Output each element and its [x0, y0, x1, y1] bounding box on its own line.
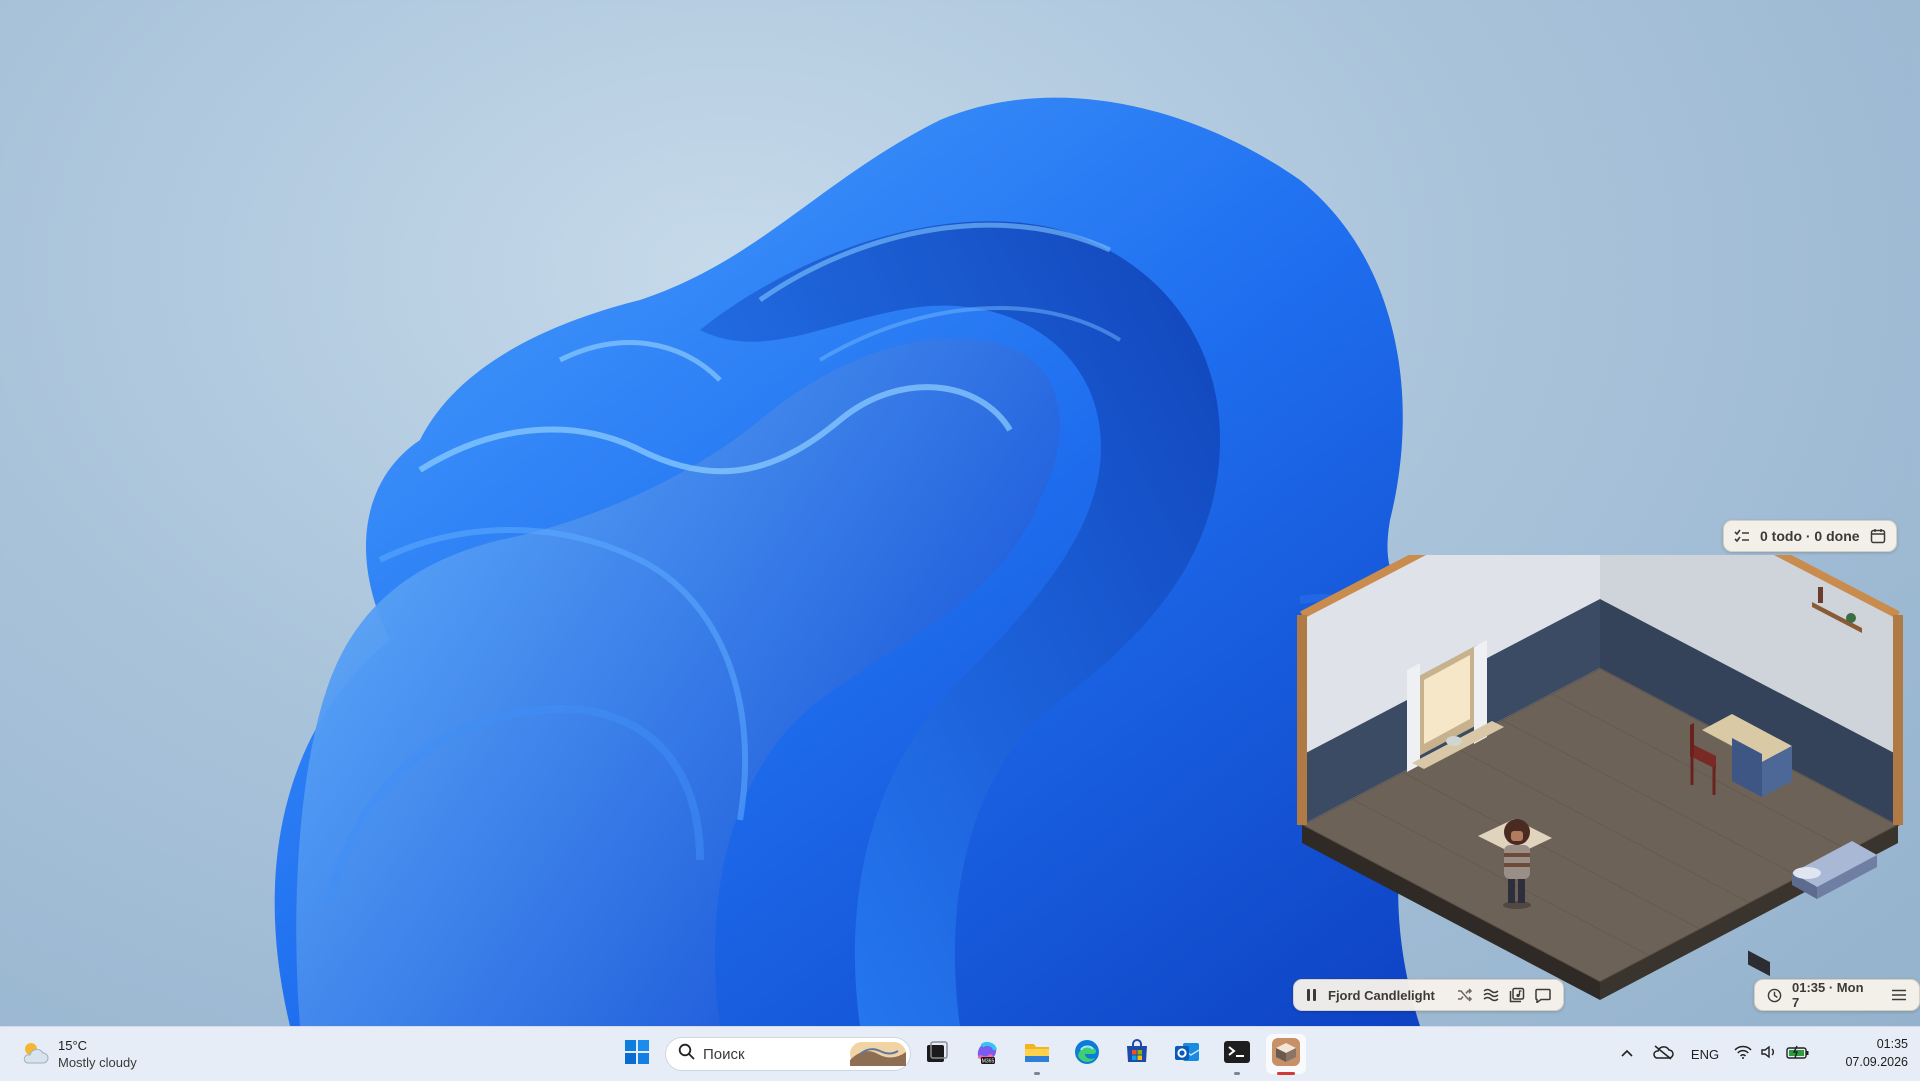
edge-icon [1073, 1038, 1101, 1071]
quick-settings-button[interactable] [1734, 1027, 1810, 1081]
checklist-icon [1734, 529, 1750, 543]
playlist-icon[interactable] [1509, 987, 1525, 1003]
todo-widget[interactable]: 0 todo · 0 done [1723, 520, 1897, 552]
cozy-room-app-icon [1271, 1037, 1301, 1072]
edge-button[interactable] [1067, 1034, 1107, 1074]
m365-badge-text: M365 [982, 1058, 995, 1064]
windows-logo-icon [624, 1039, 650, 1070]
music-player-widget[interactable]: Fjord Candlelight [1293, 979, 1564, 1011]
chevron-up-icon [1620, 1045, 1634, 1063]
battery-charging-icon [1786, 1045, 1810, 1064]
weather-condition: Mostly cloudy [58, 1055, 137, 1070]
start-button[interactable] [617, 1034, 657, 1074]
todo-summary: 0 todo · 0 done [1760, 528, 1860, 544]
outlook-button[interactable] [1167, 1034, 1207, 1074]
search-icon [678, 1043, 695, 1065]
microsoft-365-button[interactable]: M365 [967, 1034, 1007, 1074]
wifi-icon [1734, 1045, 1752, 1064]
taskbar-date: 07.09.2026 [1845, 1055, 1908, 1069]
ambient-sound-icon[interactable] [1483, 988, 1499, 1002]
running-indicator [1234, 1072, 1240, 1075]
chat-icon[interactable] [1535, 988, 1551, 1003]
search-input[interactable] [701, 1044, 835, 1064]
partly-cloudy-icon [18, 1038, 50, 1071]
menu-icon[interactable] [1891, 989, 1907, 1001]
taskbar-time: 01:35 [1876, 1037, 1908, 1051]
task-view-icon [924, 1039, 950, 1070]
store-icon [1124, 1038, 1150, 1070]
calendar-icon[interactable] [1870, 528, 1886, 544]
taskbar-search[interactable] [665, 1037, 911, 1071]
show-hidden-icons-button[interactable] [1614, 1027, 1640, 1081]
track-title: Fjord Candlelight [1328, 987, 1435, 1003]
running-indicator [1034, 1072, 1040, 1075]
terminal-icon [1223, 1040, 1251, 1069]
weather-widget[interactable]: 15°C Mostly cloudy [18, 1035, 137, 1073]
terminal-button[interactable] [1217, 1034, 1257, 1075]
isometric-room-scene[interactable] [1292, 555, 1908, 1023]
shuffle-icon[interactable] [1457, 988, 1473, 1002]
cozy-room-app-button[interactable] [1266, 1034, 1306, 1075]
folder-icon [1023, 1039, 1051, 1070]
pause-icon[interactable] [1306, 988, 1318, 1002]
task-view-button[interactable] [917, 1034, 957, 1074]
outlook-icon [1173, 1038, 1201, 1071]
clock-widget-label: 01:35 · Mon 7 [1792, 980, 1864, 1010]
active-app-indicator [1277, 1072, 1295, 1075]
taskbar: 15°C Mostly cloudy M365 [0, 1026, 1920, 1081]
microsoft-store-button[interactable] [1117, 1034, 1157, 1074]
onedrive-offline-icon [1652, 1044, 1674, 1065]
input-language-button[interactable]: ENG [1688, 1027, 1722, 1081]
microsoft-365-copilot-icon: M365 [973, 1038, 1001, 1071]
volume-icon [1761, 1045, 1777, 1064]
clock-widget[interactable]: 01:35 · Mon 7 [1754, 979, 1920, 1011]
clock-icon [1767, 988, 1782, 1003]
onedrive-button[interactable] [1648, 1027, 1678, 1081]
desktop: 0 todo · 0 done Fjord Candlelight 01:35 … [0, 0, 1920, 1026]
file-explorer-button[interactable] [1017, 1034, 1057, 1075]
search-highlight-icon[interactable] [850, 1042, 906, 1071]
taskbar-clock[interactable]: 01:35 07.09.2026 [1826, 1035, 1908, 1071]
language-indicator: ENG [1690, 1046, 1720, 1062]
weather-temperature: 15°C [58, 1038, 88, 1053]
